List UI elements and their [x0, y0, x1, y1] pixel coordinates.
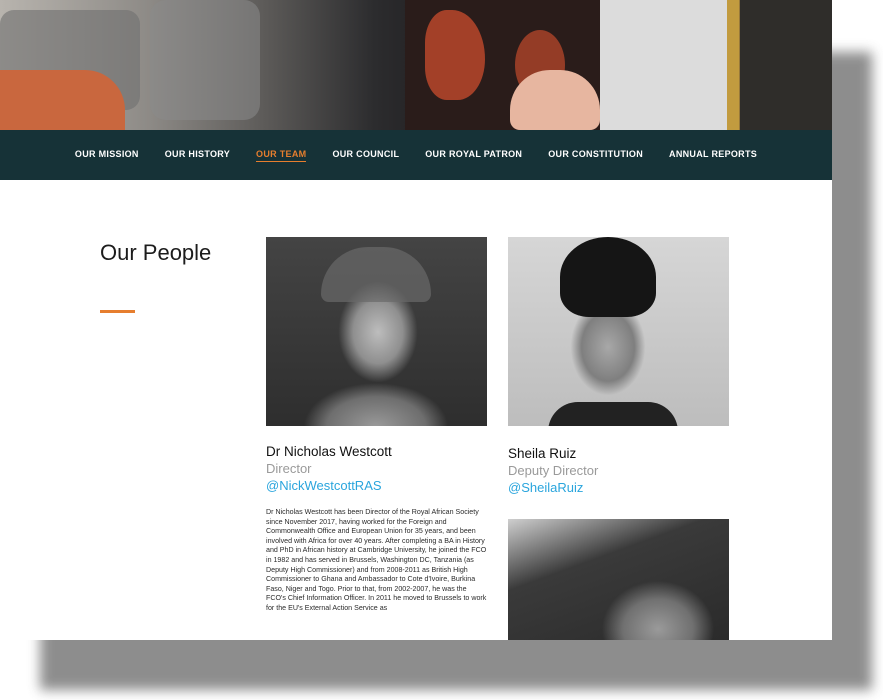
nav-item-our-history[interactable]: OUR HISTORY [165, 149, 230, 161]
twitter-handle-link[interactable]: @NickWestcottRAS [266, 478, 382, 493]
person-role: Deputy Director [508, 463, 599, 478]
hero-background [740, 0, 832, 130]
hero-sleeve [0, 70, 125, 130]
nav-item-our-constitution[interactable]: OUR CONSTITUTION [548, 149, 643, 161]
portrait-photo-deputy-director [508, 237, 729, 426]
person-name: Sheila Ruiz [508, 446, 577, 461]
nav-item-our-team[interactable]: OUR TEAM [256, 149, 307, 162]
nav-item-our-council[interactable]: OUR COUNCIL [332, 149, 399, 161]
nav-item-our-royal-patron[interactable]: OUR ROYAL PATRON [425, 149, 522, 161]
hero-door [727, 0, 739, 130]
person-role: Director [266, 461, 312, 476]
nav-item-annual-reports[interactable]: ANNUAL REPORTS [669, 149, 757, 161]
title-underline [100, 310, 135, 313]
portrait-hair [321, 247, 431, 302]
person-name: Dr Nicholas Westcott [266, 444, 392, 459]
hero-wall [600, 0, 730, 130]
section-title: Our People [100, 240, 212, 265]
person-bio: Dr Nicholas Westcott has been Director o… [266, 508, 487, 612]
page: OUR MISSION OUR HISTORY OUR TEAM OUR COU… [0, 0, 832, 640]
twitter-handle-link[interactable]: @SheilaRuiz [508, 480, 583, 495]
portrait-hair [560, 237, 656, 317]
portrait-top [548, 402, 678, 426]
hero-chair [150, 0, 260, 120]
nav-item-our-mission[interactable]: OUR MISSION [75, 149, 139, 161]
hero-image [0, 0, 832, 130]
portrait-photo-director [266, 237, 487, 426]
section-nav: OUR MISSION OUR HISTORY OUR TEAM OUR COU… [0, 130, 832, 180]
portrait-photo [508, 519, 729, 640]
